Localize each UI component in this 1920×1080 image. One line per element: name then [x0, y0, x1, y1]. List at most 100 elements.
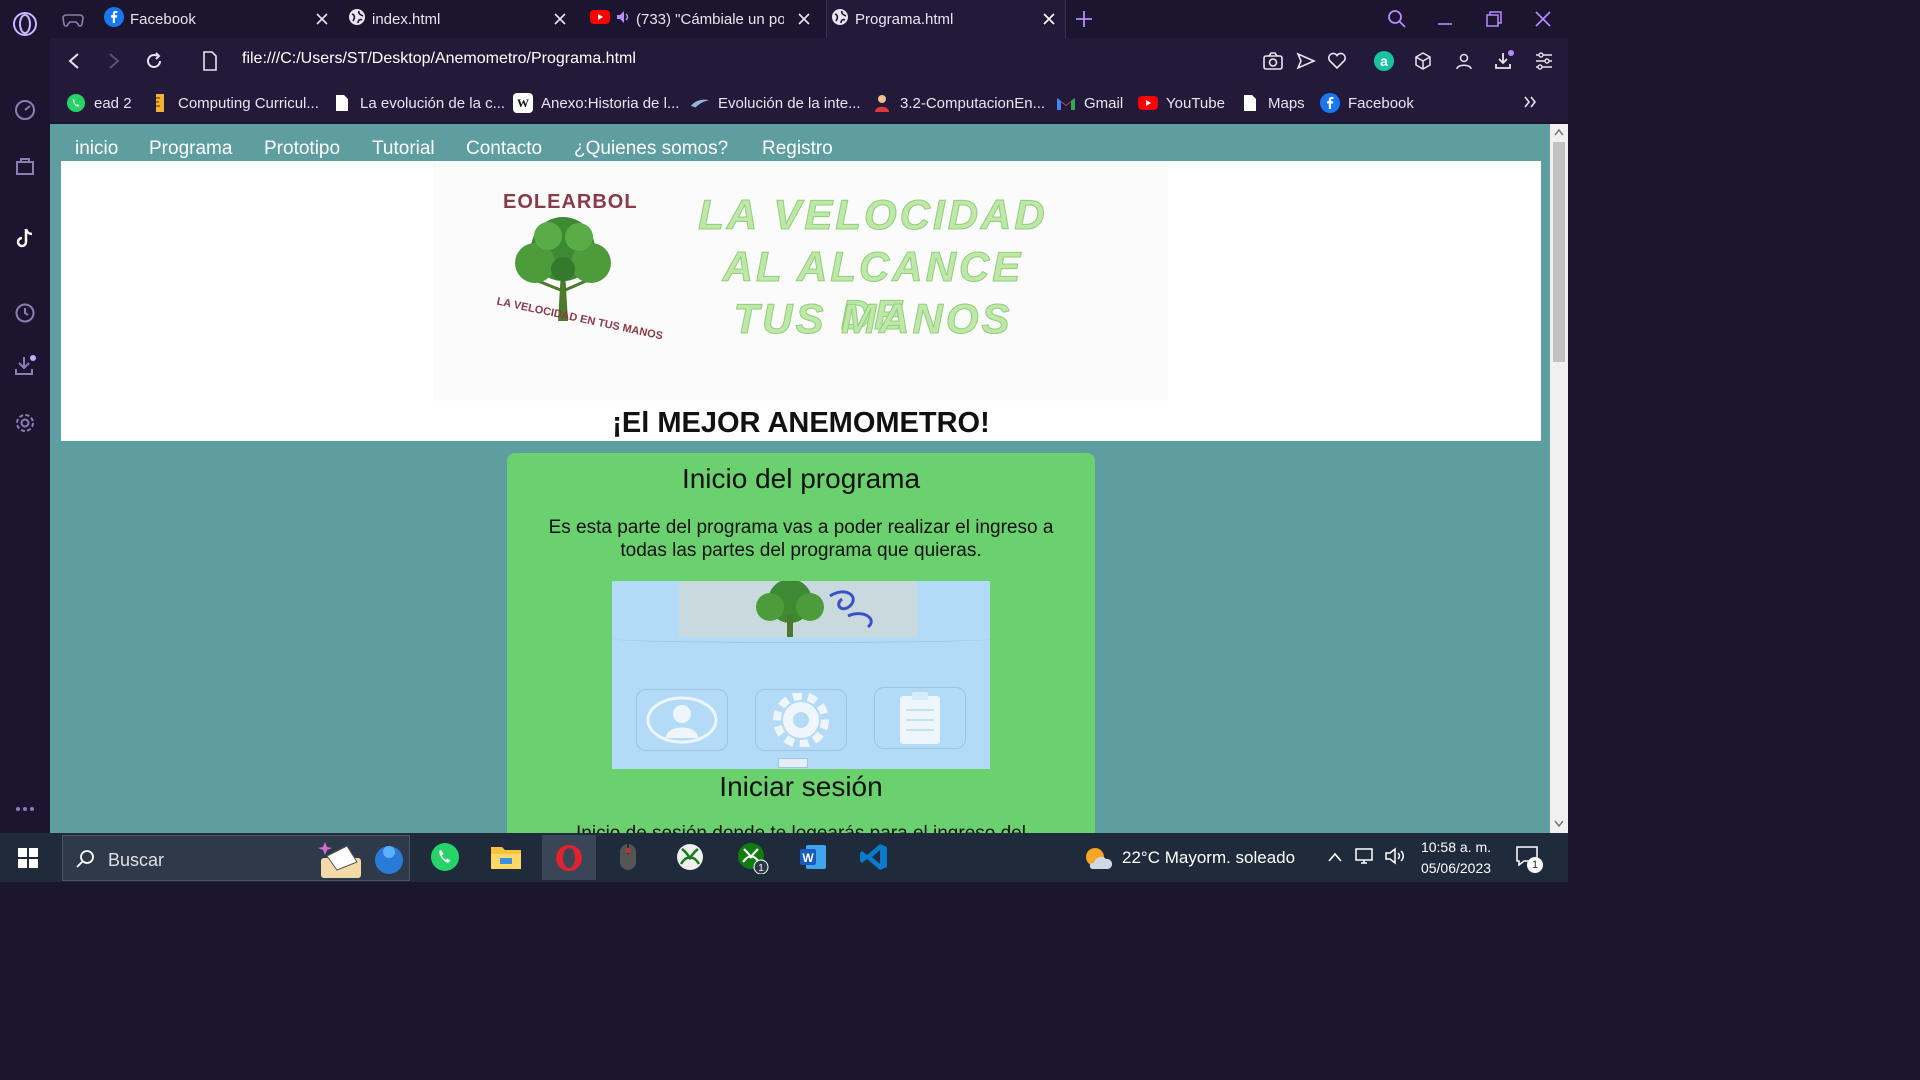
tab-search-icon[interactable]	[1386, 8, 1408, 30]
close-tab-icon[interactable]	[1041, 11, 1057, 27]
windows-start-icon[interactable]	[18, 848, 38, 873]
bookmark-item[interactable]: Evolución de la inte...	[690, 92, 861, 114]
bookmark-label: Anexo:Historia de l...	[541, 94, 680, 112]
extensions-cube-icon[interactable]	[1412, 50, 1434, 72]
volume-icon[interactable]	[1384, 847, 1406, 870]
nav-link-tutorial[interactable]: Tutorial	[372, 138, 435, 160]
system-clock[interactable]: 10:58 a. m. 05/06/2023	[1410, 837, 1502, 879]
bookmark-item[interactable]: YouTube	[1138, 92, 1225, 114]
new-tab-icon[interactable]	[1074, 9, 1094, 34]
scroll-down-icon[interactable]	[1554, 820, 1564, 828]
page-headline: ¡El MEJOR ANEMOMETRO!	[612, 407, 990, 439]
close-tab-icon[interactable]	[552, 11, 568, 27]
weather-widget[interactable]: 22°C Mayorm. soleado	[1082, 845, 1295, 871]
reload-icon[interactable]	[143, 50, 165, 72]
bookmark-item[interactable]: Facebook	[1320, 92, 1414, 114]
settings-gear-icon[interactable]	[12, 410, 38, 436]
nav-link-quienes-somos[interactable]: ¿Quienes somos?	[574, 138, 728, 160]
snapshot-camera-icon[interactable]	[1262, 50, 1284, 72]
shopping-bag-icon[interactable]	[12, 153, 38, 179]
taskbar-search[interactable]: Buscar	[62, 835, 410, 881]
close-tab-icon[interactable]	[314, 11, 330, 27]
svg-text:W: W	[802, 851, 814, 865]
search-placeholder: Buscar	[108, 850, 165, 870]
page-info-icon[interactable]	[199, 50, 221, 72]
bookmark-label: 3.2-ComputacionEn...	[900, 94, 1046, 112]
forward-icon[interactable]	[103, 50, 125, 72]
aria-icon[interactable]: a	[1373, 50, 1395, 72]
more-bookmarks-icon[interactable]	[1522, 94, 1538, 115]
search-icon	[76, 850, 94, 868]
restore-icon[interactable]	[1483, 8, 1505, 30]
word-app-icon[interactable]: W	[793, 837, 833, 877]
bookmark-item[interactable]: W Anexo:Historia de l...	[513, 92, 679, 114]
xbox-icon[interactable]	[670, 837, 710, 877]
close-window-icon[interactable]	[1532, 8, 1554, 30]
login-title: Iniciar sesión	[719, 771, 883, 802]
speed-dial-icon[interactable]	[12, 97, 38, 123]
tab-facebook[interactable]: Facebook	[100, 0, 338, 38]
search-highlight-illustration	[318, 842, 403, 878]
minimize-icon[interactable]	[1434, 8, 1456, 30]
bookmark-label: Evolución de la inte...	[718, 94, 861, 112]
whatsapp-app-icon[interactable]	[425, 837, 465, 877]
tiktok-icon[interactable]	[12, 225, 38, 251]
show-hidden-icons-chevron-icon[interactable]	[1327, 850, 1343, 868]
notification-center-icon[interactable]: 1	[1515, 845, 1545, 873]
tab-programa-html[interactable]: Programa.html	[826, 0, 1066, 38]
scroll-thumb[interactable]	[1553, 142, 1565, 362]
bookmark-item[interactable]: Computing Curricul...	[150, 92, 319, 114]
speaker-icon[interactable]	[616, 10, 632, 28]
url-field[interactable]: file:///C:/Users/ST/Desktop/Anemometro/P…	[242, 50, 636, 68]
bookmark-item[interactable]: La evolución de la c...	[332, 92, 505, 114]
vscode-app-icon[interactable]	[854, 837, 894, 877]
facebook-icon	[1320, 93, 1340, 113]
youtube-icon	[590, 10, 610, 28]
scroll-up-icon[interactable]	[1554, 128, 1564, 136]
svg-text:a: a	[1380, 53, 1388, 69]
close-tab-icon[interactable]	[796, 11, 812, 27]
xbox-app-icon[interactable]: 1	[732, 837, 772, 877]
opera-logo-icon[interactable]	[12, 11, 38, 37]
page-viewport: inicio Programa Prototipo Tutorial Conta…	[50, 124, 1550, 833]
clock-date: 05/06/2023	[1420, 860, 1492, 876]
profile-icon[interactable]	[1453, 50, 1475, 72]
bird-icon	[690, 93, 710, 113]
sun-cloud-icon	[1086, 848, 1112, 869]
bookmark-label: ead 2	[94, 94, 132, 112]
easy-setup-icon[interactable]	[1533, 50, 1555, 72]
bookmark-item[interactable]: Gmail	[1056, 92, 1123, 114]
nav-link-prototipo[interactable]: Prototipo	[264, 138, 340, 160]
preview-checklist-icon	[874, 687, 966, 749]
address-bar: file:///C:/Users/ST/Desktop/Anemometro/P…	[50, 38, 1568, 84]
file-explorer-icon[interactable]	[486, 837, 526, 877]
nav-link-registro[interactable]: Registro	[762, 138, 833, 160]
preview-user-icon	[636, 689, 728, 751]
opera-app-icon[interactable]	[542, 835, 596, 880]
tab-youtube[interactable]: (733) "Cámbiale un poc	[586, 0, 820, 38]
login-description: Inicio de sesión donde te logearás para …	[535, 823, 1067, 833]
send-icon[interactable]	[1295, 50, 1317, 72]
bookmark-item[interactable]: ead 2	[66, 92, 132, 114]
bookmark-item[interactable]: 3.2-ComputacionEn...	[872, 92, 1045, 114]
network-icon[interactable]	[1354, 847, 1376, 870]
mouse-app-icon[interactable]	[608, 837, 648, 877]
preview-small-button	[778, 758, 808, 768]
banner-image: EOLEARBOL LA VELOCIDAD EN TUS MANOS LA V…	[433, 161, 1168, 401]
bookmark-label: YouTube	[1166, 94, 1225, 112]
slogan-line-3: TUS MANOS	[733, 295, 1013, 343]
nav-link-programa[interactable]: Programa	[149, 138, 232, 160]
page-scrollbar[interactable]	[1550, 124, 1568, 833]
tab-index-html[interactable]: index.html	[344, 0, 576, 38]
bookmark-item[interactable]: Maps	[1240, 92, 1305, 114]
whatsapp-icon	[66, 93, 86, 113]
gamepad-icon[interactable]	[62, 9, 84, 34]
download-icon[interactable]	[1493, 50, 1515, 72]
downloads-icon[interactable]	[12, 353, 38, 379]
back-icon[interactable]	[63, 50, 85, 72]
history-icon[interactable]	[12, 300, 38, 326]
heart-icon[interactable]	[1326, 50, 1348, 72]
nav-link-inicio[interactable]: inicio	[75, 138, 118, 160]
more-options-icon[interactable]	[12, 796, 38, 822]
nav-link-contacto[interactable]: Contacto	[466, 138, 542, 160]
